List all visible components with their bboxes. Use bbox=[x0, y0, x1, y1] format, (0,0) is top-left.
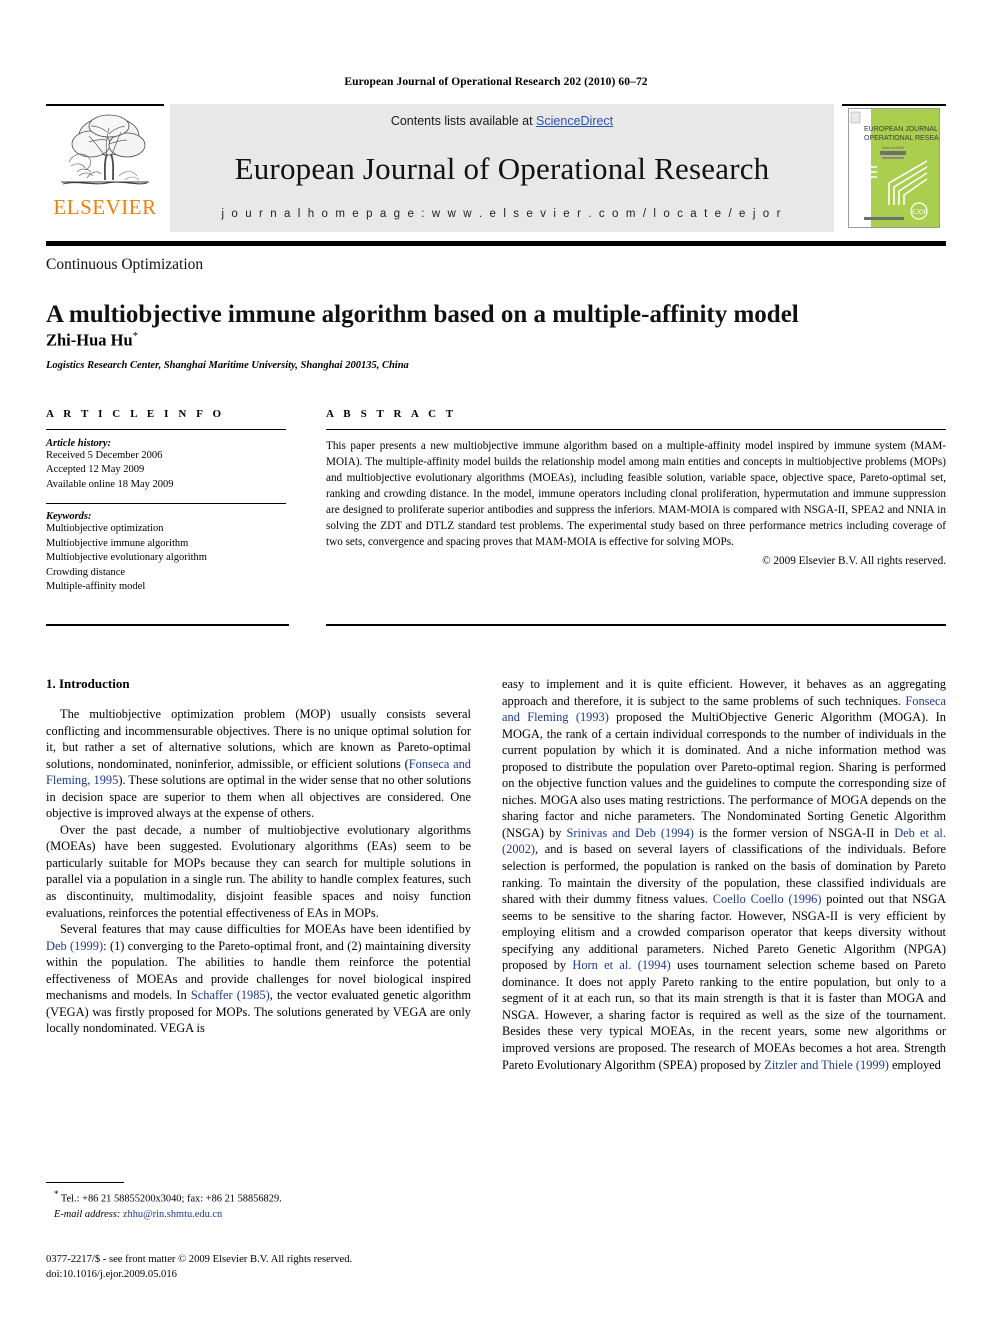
body-paragraph: Several features that may cause difficul… bbox=[46, 922, 472, 1036]
elsevier-wordmark: ELSEVIER bbox=[53, 195, 157, 219]
author-footnote-marker: * bbox=[132, 330, 139, 342]
journal-title: European Journal of Operational Research bbox=[234, 150, 770, 186]
body-paragraph: easy to implement and it is quite effici… bbox=[502, 677, 947, 1072]
body-column-left: 1. Introduction The multiobjective optim… bbox=[46, 676, 471, 1037]
body-column-right: easy to implement and it is quite effici… bbox=[502, 676, 946, 1073]
author-label: Zhi-Hua Hu bbox=[46, 330, 133, 350]
footnote-email: E-mail address: zhhu@rin.shmtu.edu.cn bbox=[46, 1208, 471, 1223]
footnote-contact: * Tel.: +86 21 58855200x3040; fax: +86 2… bbox=[46, 1188, 471, 1207]
svg-text:EJOR: EJOR bbox=[912, 210, 929, 216]
section-heading-introduction: 1. Introduction bbox=[46, 676, 130, 691]
section-category-label: Continuous Optimization bbox=[46, 256, 204, 273]
citation-link[interactable]: Coello Coello (1996) bbox=[713, 892, 822, 906]
sciencedirect-link[interactable]: ScienceDirect bbox=[536, 114, 613, 128]
footnote-contact-text: Tel.: +86 21 58855200x3040; fax: +86 21 … bbox=[60, 1193, 282, 1205]
abstract-column: A B S T R A C T This paper presents a ne… bbox=[326, 408, 946, 567]
footnote-marker-icon: * bbox=[54, 1189, 59, 1200]
footnote-block: * Tel.: +86 21 58855200x3040; fax: +86 2… bbox=[46, 1182, 471, 1222]
citation-link[interactable]: Zitzler and Thiele (1999) bbox=[764, 1058, 889, 1072]
footnote-divider bbox=[46, 1182, 124, 1184]
paper-page: European Journal of Operational Research… bbox=[0, 0, 992, 1323]
journal-homepage: j o u r n a l h o m e p a g e : w w w . … bbox=[221, 208, 783, 220]
keywords-label: Keywords: bbox=[46, 511, 92, 523]
contents-available-line: Contents lists available at ScienceDirec… bbox=[391, 114, 613, 128]
left-column-rule bbox=[46, 624, 289, 627]
keyword-item: Multiobjective immune algorithm bbox=[46, 537, 189, 549]
journal-masthead: ELSEVIER Contents lists available at Sci… bbox=[46, 104, 946, 232]
imprint-block: 0377-2217/$ - see front matter © 2009 El… bbox=[46, 1253, 486, 1282]
running-head: European Journal of Operational Research… bbox=[344, 76, 648, 88]
abstract-heading: A B S T R A C T bbox=[326, 408, 457, 420]
author-affiliation: Logistics Research Center, Shanghai Mari… bbox=[46, 360, 409, 371]
footnote-email-link[interactable]: zhhu@rin.shmtu.edu.cn bbox=[123, 1209, 222, 1220]
body-paragraph: Over the past decade, a number of multio… bbox=[46, 822, 471, 920]
citation-link[interactable]: Horn et al. (1994) bbox=[572, 958, 670, 972]
article-history-accepted: Accepted 12 May 2009 bbox=[46, 464, 145, 476]
citation-link[interactable]: Srinivas and Deb (1994) bbox=[567, 826, 694, 840]
abstract-copyright: © 2009 Elsevier B.V. All rights reserved… bbox=[762, 555, 946, 568]
citation-link[interactable]: Fonseca and Fleming (1993) bbox=[502, 694, 946, 725]
abstract-text: This paper presents a new multiobjective… bbox=[326, 440, 946, 549]
keyword-item: Multiobjective evolutionary algorithm bbox=[46, 552, 207, 564]
article-info-rule bbox=[46, 429, 286, 430]
article-history-online: Available online 18 May 2009 bbox=[46, 478, 174, 490]
elsevier-logo-block: ELSEVIER bbox=[46, 104, 164, 232]
journal-cover-thumbnail[interactable]: EUROPEAN JOURNAL OF OPERATIONAL RESEARCH… bbox=[848, 108, 940, 228]
footnote-email-label: E-mail address: bbox=[54, 1208, 121, 1220]
imprint-issn-line: 0377-2217/$ - see front matter © 2009 El… bbox=[46, 1254, 353, 1265]
elsevier-tree-icon bbox=[57, 110, 153, 196]
imprint-doi-line: doi:10.1016/j.ejor.2009.05.016 bbox=[46, 1268, 177, 1280]
journal-banner: Contents lists available at ScienceDirec… bbox=[170, 104, 834, 232]
abstract-rule bbox=[326, 429, 946, 430]
citation-link[interactable]: Deb (1999) bbox=[46, 939, 103, 953]
citation-link[interactable]: Fonseca and Fleming, 1995 bbox=[46, 757, 471, 788]
svg-text:EUROPEAN JOURNAL OF: EUROPEAN JOURNAL OF bbox=[864, 126, 939, 133]
citation-link[interactable]: Schaffer (1985) bbox=[191, 988, 270, 1002]
page-title: A multiobjective immune algorithm based … bbox=[46, 300, 799, 328]
keyword-item: Multiobjective optimization bbox=[46, 523, 164, 535]
keyword-item: Crowding distance bbox=[46, 566, 126, 578]
author-name: Zhi-Hua Hu* bbox=[46, 330, 138, 351]
svg-text:OPERATIONAL RESEARCH: OPERATIONAL RESEARCH bbox=[864, 135, 939, 142]
journal-cover-block: EUROPEAN JOURNAL OF OPERATIONAL RESEARCH… bbox=[842, 104, 946, 232]
article-history-received: Received 5 December 2006 bbox=[46, 450, 163, 461]
contents-prefix-label: Contents lists available at bbox=[390, 114, 537, 128]
article-info-heading: A R T I C L E I N F O bbox=[46, 408, 225, 420]
svg-text:Editor-in-Chief: Editor-in-Chief bbox=[882, 146, 904, 150]
keywords-rule bbox=[46, 503, 286, 505]
keyword-item: Multiple-affinity model bbox=[46, 581, 146, 593]
body-paragraph: The multiobjective optimization problem … bbox=[46, 707, 472, 821]
masthead-divider bbox=[46, 241, 946, 246]
article-info-column: A R T I C L E I N F O Article history: R… bbox=[46, 408, 286, 595]
right-column-rule bbox=[326, 624, 946, 627]
article-history-label: Article history: bbox=[46, 438, 112, 449]
